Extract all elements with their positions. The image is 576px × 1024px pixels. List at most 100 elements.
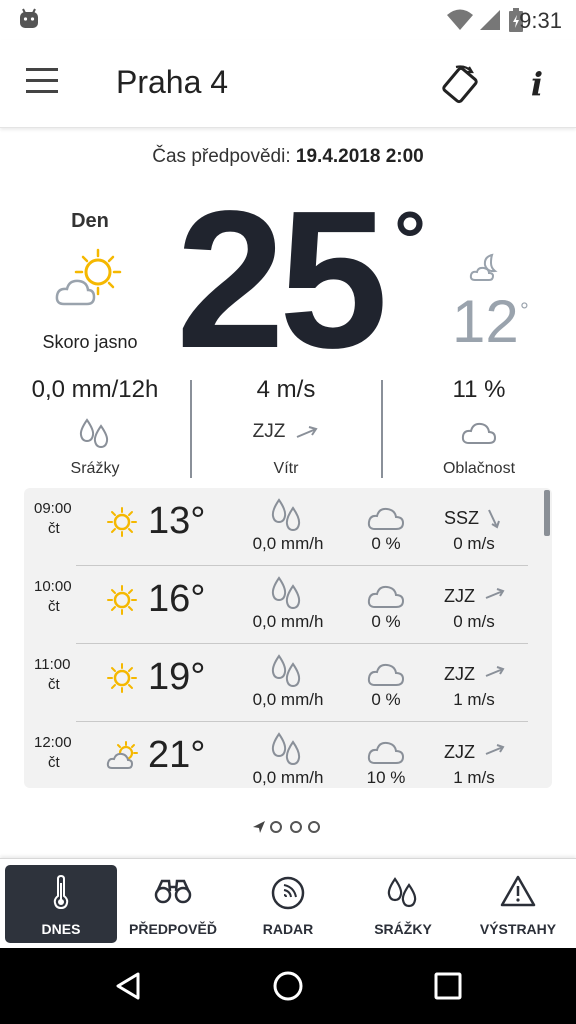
status-time: 9:31 bbox=[519, 8, 562, 33]
nav-label: DNES bbox=[41, 921, 81, 937]
condition-text: Skoro jasno bbox=[42, 332, 138, 352]
forecast-time-value: 19.4.2018 2:00 bbox=[295, 146, 424, 167]
bottom-navigation: DNES PŘEDPOVĚĎ RADAR SRÁŽKY VÝSTRAHY bbox=[0, 858, 576, 948]
page-dot[interactable] bbox=[308, 821, 320, 833]
wifi-icon bbox=[447, 9, 473, 30]
app-bar: Praha 4 i bbox=[0, 40, 576, 128]
hour-precipitation: 0,0 mm/h bbox=[252, 612, 324, 631]
sun-icon bbox=[107, 663, 137, 693]
hour-precipitation: 0,0 mm/h bbox=[252, 534, 324, 553]
hour-day: čt bbox=[48, 676, 60, 693]
raindrops-icon bbox=[79, 418, 109, 448]
hourly-forecast-list[interactable]: 09:00 čt 13° 0,0 mm/h 0 % SSZ 0 m/s 10:0… bbox=[24, 488, 552, 788]
hour-temperature: 13° bbox=[148, 500, 206, 542]
day-temperature-degree: ° bbox=[394, 195, 426, 284]
precipitation-label: Srážky bbox=[70, 460, 120, 477]
raindrops-icon bbox=[271, 732, 301, 766]
page-indicator bbox=[252, 820, 332, 834]
hour-time: 10:00 bbox=[34, 578, 72, 595]
rotate-screen-icon[interactable] bbox=[438, 62, 482, 106]
sun-icon bbox=[107, 507, 137, 537]
hour-day: čt bbox=[48, 520, 60, 537]
nav-label: VÝSTRAHY bbox=[479, 921, 557, 937]
cloud-icon bbox=[367, 741, 405, 764]
raindrops-icon bbox=[271, 576, 301, 610]
home-icon[interactable] bbox=[272, 970, 304, 1002]
hour-cloudiness: 0 % bbox=[371, 612, 401, 631]
hour-wind-speed: 1 m/s bbox=[453, 690, 495, 709]
hour-temperature: 21° bbox=[148, 734, 206, 776]
precipitation-value: 0,0 mm/12h bbox=[31, 376, 159, 403]
wind-arrow-icon bbox=[296, 426, 318, 438]
night-temperature-degree: ° bbox=[520, 298, 529, 323]
hour-precipitation: 0,0 mm/h bbox=[252, 768, 324, 787]
scrollbar[interactable] bbox=[544, 490, 550, 536]
raindrops-icon bbox=[271, 498, 301, 532]
cloud-icon bbox=[367, 507, 405, 530]
hour-time: 12:00 bbox=[34, 734, 72, 751]
hourly-row: 12:00 čt 21° 0,0 mm/h 10 % ZJZ 1 m/s bbox=[24, 722, 552, 788]
info-button[interactable]: i bbox=[522, 62, 552, 106]
wind-label: Vítr bbox=[273, 460, 299, 477]
nav-precipitation[interactable]: SRÁŽKY bbox=[347, 865, 459, 943]
hour-cloudiness: 0 % bbox=[371, 690, 401, 709]
wind-stat: 4 m/s ZJZ Vítr bbox=[191, 376, 381, 478]
thermometer-icon bbox=[53, 875, 69, 909]
moon-cloud-icon bbox=[469, 253, 498, 281]
forecast-time-label: Čas předpovědi: bbox=[152, 146, 291, 167]
nav-label: RADAR bbox=[262, 921, 314, 937]
menu-button[interactable] bbox=[26, 68, 62, 98]
system-navigation-bar bbox=[0, 948, 576, 1024]
wind-direction: ZJZ bbox=[252, 421, 286, 442]
hour-temperature: 16° bbox=[148, 578, 206, 620]
raindrops-icon bbox=[271, 654, 301, 688]
hour-wind-direction: ZJZ bbox=[444, 664, 475, 684]
hourly-row: 09:00 čt 13° 0,0 mm/h 0 % SSZ 0 m/s bbox=[24, 488, 552, 566]
cloud-icon bbox=[367, 663, 405, 686]
hour-wind-speed: 1 m/s bbox=[453, 768, 495, 787]
hour-time: 09:00 bbox=[34, 500, 72, 517]
hourly-row: 10:00 čt 16° 0,0 mm/h 0 % ZJZ 0 m/s bbox=[24, 566, 552, 644]
hour-time: 11:00 bbox=[34, 656, 71, 673]
signal-icon bbox=[480, 10, 500, 30]
cloudiness-stat: 11 % Oblačnost bbox=[384, 376, 574, 478]
divider bbox=[381, 380, 383, 478]
cloudiness-label: Oblačnost bbox=[442, 460, 516, 477]
hour-day: čt bbox=[48, 598, 60, 615]
hour-cloudiness: 10 % bbox=[366, 768, 406, 787]
page-dot[interactable] bbox=[290, 821, 302, 833]
hour-wind-direction: ZJZ bbox=[444, 742, 475, 762]
radar-icon bbox=[271, 876, 305, 910]
day-label: Den bbox=[71, 210, 109, 232]
hour-cloudiness: 0 % bbox=[371, 534, 401, 553]
forecast-time: Čas předpovědi: 19.4.2018 2:00 bbox=[0, 146, 576, 168]
sun-cloud-icon bbox=[106, 741, 138, 769]
location-arrow-icon[interactable] bbox=[252, 820, 266, 834]
status-bar: 9:31 bbox=[0, 0, 576, 40]
cloudiness-value: 11 % bbox=[452, 376, 506, 403]
hour-wind-speed: 0 m/s bbox=[453, 612, 495, 631]
wind-arrow-icon bbox=[485, 666, 505, 677]
recents-icon[interactable] bbox=[432, 970, 464, 1002]
hour-precipitation: 0,0 mm/h bbox=[252, 690, 324, 709]
wind-arrow-icon bbox=[485, 744, 505, 755]
wind-arrow-icon bbox=[488, 509, 500, 529]
hour-temperature: 19° bbox=[148, 656, 206, 698]
sun-cloud-icon bbox=[55, 248, 122, 306]
night-temperature: 12 bbox=[452, 288, 519, 355]
back-icon[interactable] bbox=[112, 970, 144, 1002]
nav-forecast[interactable]: PŘEDPOVĚĎ bbox=[117, 865, 229, 943]
binoculars-icon bbox=[154, 879, 192, 904]
page-dot[interactable] bbox=[270, 821, 282, 833]
precipitation-stat: 0,0 mm/12h Srážky bbox=[0, 376, 190, 478]
raindrops-icon bbox=[387, 877, 417, 908]
nav-warnings[interactable]: VÝSTRAHY bbox=[462, 865, 574, 943]
nav-radar[interactable]: RADAR bbox=[232, 865, 344, 943]
page-title: Praha 4 bbox=[116, 64, 229, 100]
day-temperature: 25 bbox=[176, 170, 388, 389]
hourly-row: 11:00 čt 19° 0,0 mm/h 0 % ZJZ 1 m/s bbox=[24, 644, 552, 722]
hour-wind-speed: 0 m/s bbox=[453, 534, 495, 553]
nav-label: SRÁŽKY bbox=[374, 921, 432, 937]
cloud-icon bbox=[461, 422, 497, 444]
nav-today[interactable]: DNES bbox=[5, 865, 117, 943]
